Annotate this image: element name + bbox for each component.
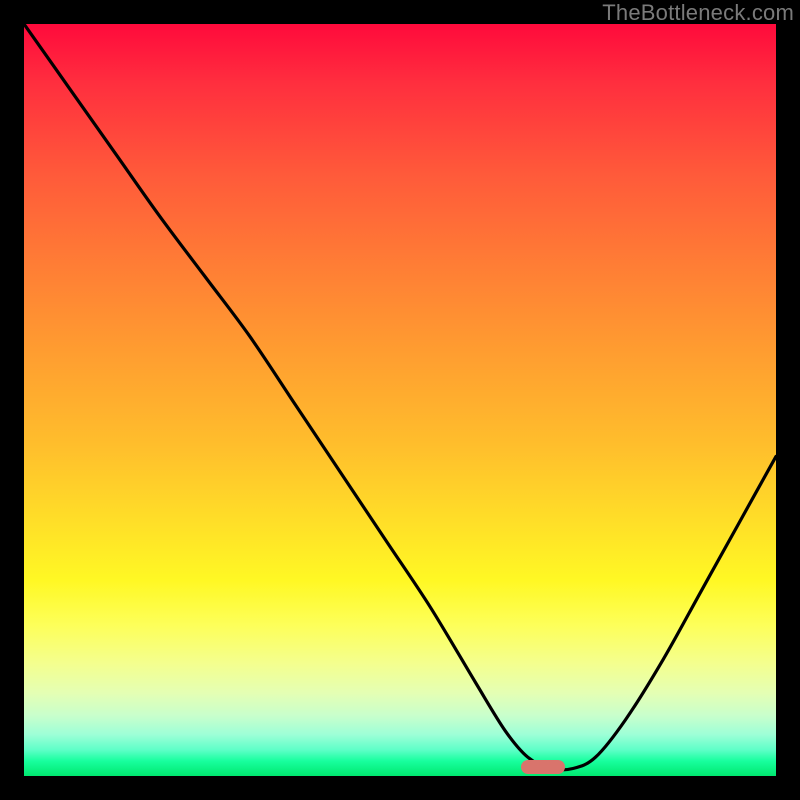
bottleneck-curve-path xyxy=(24,24,776,770)
chart-line-svg xyxy=(24,24,776,776)
watermark-text: TheBottleneck.com xyxy=(602,0,794,26)
plot-area xyxy=(24,24,776,776)
optimal-point-marker xyxy=(521,760,565,774)
chart-frame xyxy=(24,24,776,776)
